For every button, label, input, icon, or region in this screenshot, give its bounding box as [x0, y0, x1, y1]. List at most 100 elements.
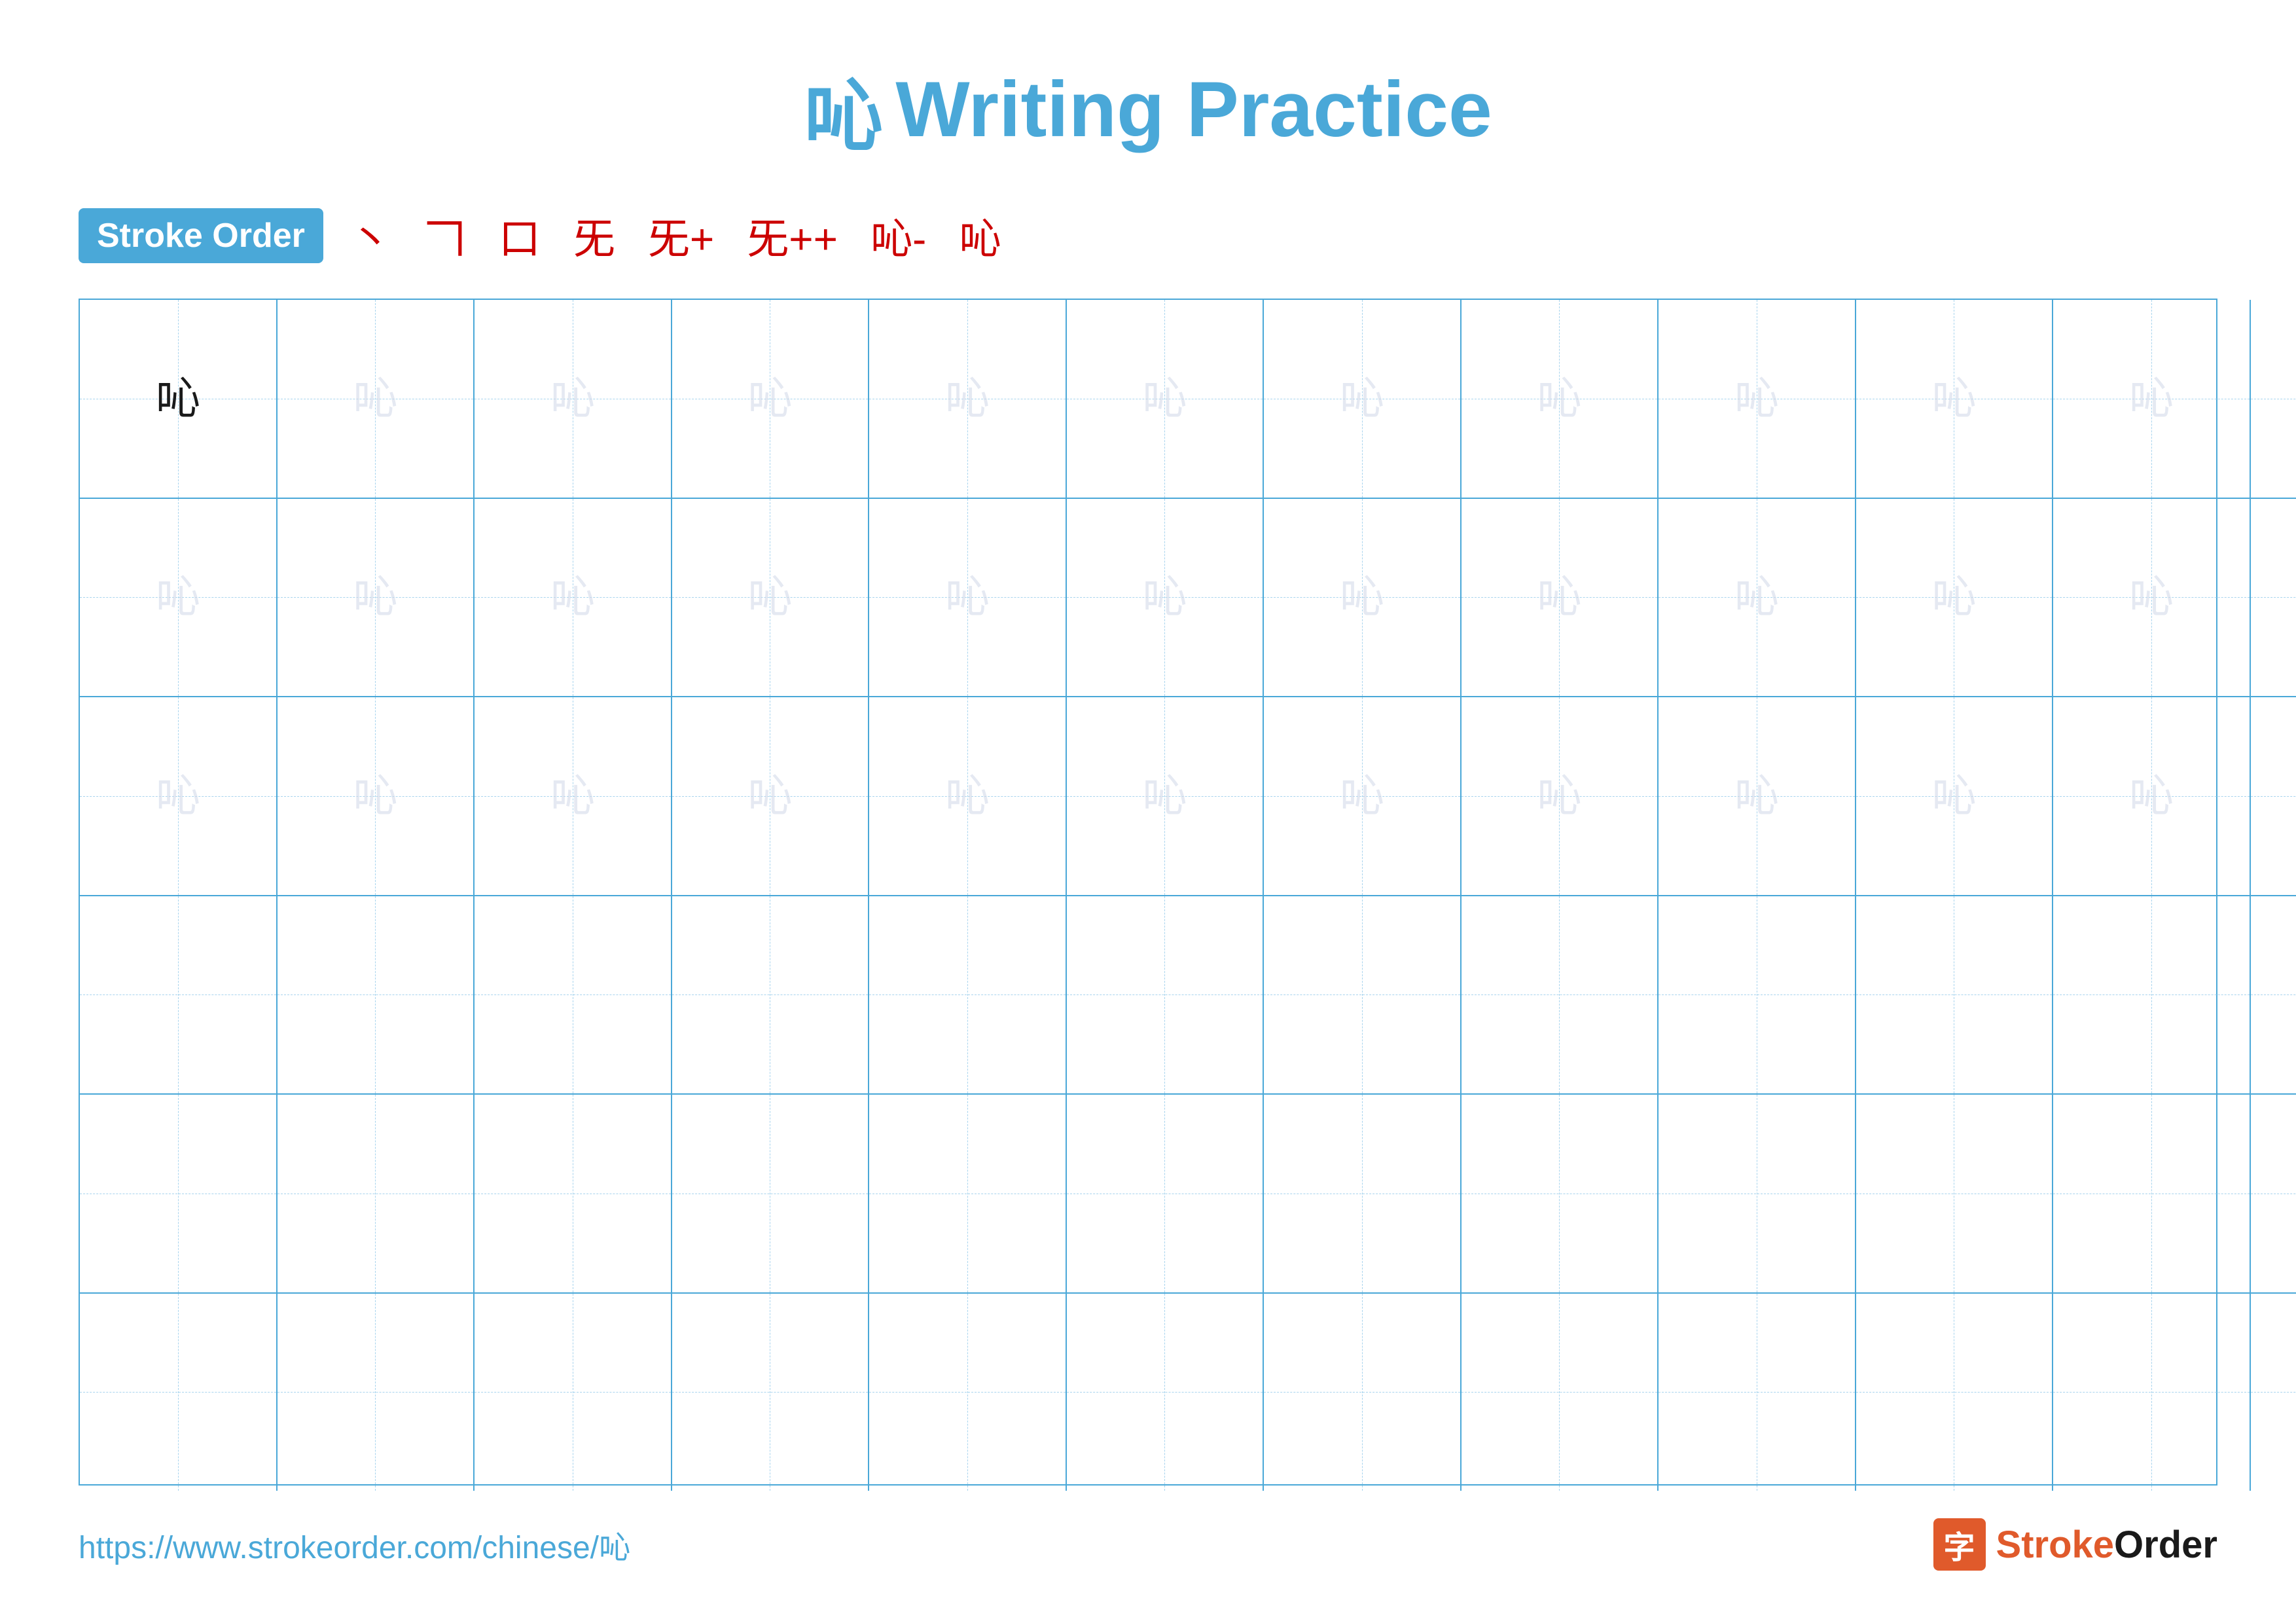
grid-cell [672, 1095, 870, 1292]
grid-row [80, 1294, 2296, 1491]
stroke-step-1: 丶 [350, 206, 391, 266]
grid-cell: 吣 [1067, 697, 1265, 895]
cell-character: 吣 [945, 575, 990, 619]
cell-character: 吣 [353, 575, 397, 619]
cell-character: 吣 [1734, 774, 1779, 818]
grid-cell: 吣 [475, 499, 672, 697]
grid-cell [1659, 896, 1856, 1094]
grid-cell [278, 1095, 475, 1292]
grid-cell: 吣 [2053, 499, 2251, 697]
cell-character: 吣 [156, 575, 200, 619]
stroke-step-6: 旡++ [747, 206, 838, 266]
grid-cell [1067, 1294, 1265, 1491]
footer-url: https://www.strokeorder.com/chinese/吣 [79, 1522, 630, 1567]
grid-cell: 吣 [1856, 499, 2054, 697]
practice-grid: 吣吣吣吣吣吣吣吣吣吣吣吣吣吣吣吣吣吣吣吣吣吣吣吣吣吣吣吣吣吣吣吣吣吣吣吣吣吣吣 [79, 299, 2217, 1486]
grid-cell: 吣 [1264, 499, 1462, 697]
title-text: Writing Practice [895, 64, 1492, 155]
cell-character: 吣 [1931, 774, 1976, 818]
grid-cell [1067, 896, 1265, 1094]
stroke-step-3: 口 [499, 206, 541, 266]
title-row: 吣 Writing Practice [79, 52, 2217, 166]
cell-character: 吣 [156, 774, 200, 818]
stroke-order-row: Stroke Order 丶 𠃍 口 旡 旡+ 旡++ 吣- 吣 [79, 206, 2217, 266]
cell-character: 吣 [2129, 575, 2174, 619]
cell-character: 吣 [2129, 376, 2174, 421]
cell-character: 吣 [550, 575, 595, 619]
grid-row [80, 896, 2296, 1095]
grid-cell [2053, 896, 2251, 1094]
cell-character: 吣 [747, 575, 792, 619]
grid-cell [869, 1095, 1067, 1292]
grid-cell [1659, 1294, 1856, 1491]
grid-cell: 吣 [2053, 697, 2251, 895]
cell-character: 吣 [2129, 774, 2174, 818]
cell-character: 吣 [1537, 774, 1581, 818]
grid-cell: 吣 [2251, 300, 2296, 498]
grid-cell: 吣 [672, 300, 870, 498]
grid-cell [1659, 1095, 1856, 1292]
grid-cell: 吣 [869, 300, 1067, 498]
stroke-step-7: 吣- [870, 206, 926, 266]
grid-cell: 吣 [869, 697, 1067, 895]
grid-cell: 吣 [1264, 300, 1462, 498]
grid-cell [672, 896, 870, 1094]
grid-cell: 吣 [1856, 300, 2054, 498]
grid-cell [1264, 1095, 1462, 1292]
logo-text: StrokeOrder [1996, 1523, 2217, 1567]
grid-cell [1856, 1095, 2054, 1292]
grid-cell [1462, 896, 1659, 1094]
grid-cell: 吣 [278, 697, 475, 895]
cell-character: 吣 [1142, 774, 1187, 818]
footer: https://www.strokeorder.com/chinese/吣 字 … [79, 1518, 2217, 1571]
cell-character: 吣 [156, 376, 200, 421]
grid-cell: 吣 [2251, 499, 2296, 697]
grid-cell: 吣 [1659, 697, 1856, 895]
grid-cell [475, 1294, 672, 1491]
grid-cell: 吣 [80, 300, 278, 498]
grid-cell [80, 1294, 278, 1491]
grid-cell: 吣 [1856, 697, 2054, 895]
grid-cell [1462, 1294, 1659, 1491]
grid-cell: 吣 [475, 697, 672, 895]
grid-cell: 吣 [1264, 697, 1462, 895]
cell-character: 吣 [353, 376, 397, 421]
cell-character: 吣 [1931, 376, 1976, 421]
cell-character: 吣 [1340, 575, 1384, 619]
logo-icon: 字 [1933, 1518, 1986, 1571]
grid-cell [2053, 1294, 2251, 1491]
cell-character: 吣 [945, 774, 990, 818]
grid-cell: 吣 [672, 499, 870, 697]
grid-cell [1856, 896, 2054, 1094]
grid-cell: 吣 [278, 300, 475, 498]
grid-cell: 吣 [475, 300, 672, 498]
grid-cell [2251, 896, 2296, 1094]
cell-character: 吣 [550, 376, 595, 421]
cell-character: 吣 [1734, 376, 1779, 421]
grid-cell [475, 1095, 672, 1292]
grid-cell [2053, 1095, 2251, 1292]
cell-character: 吣 [945, 376, 990, 421]
grid-cell [80, 1095, 278, 1292]
stroke-step-4: 旡 [573, 206, 615, 266]
grid-cell [1264, 1294, 1462, 1491]
grid-row [80, 1095, 2296, 1294]
cell-character: 吣 [353, 774, 397, 818]
cell-character: 吣 [1537, 376, 1581, 421]
cell-character: 吣 [1142, 575, 1187, 619]
grid-cell [869, 1294, 1067, 1491]
grid-cell [278, 896, 475, 1094]
cell-character: 吣 [1734, 575, 1779, 619]
grid-cell [1067, 1095, 1265, 1292]
grid-cell: 吣 [80, 697, 278, 895]
title-chinese: 吣 [804, 52, 882, 166]
grid-cell [80, 896, 278, 1094]
grid-cell [475, 896, 672, 1094]
stroke-step-2: 𠃍 [424, 206, 466, 266]
grid-cell [1264, 896, 1462, 1094]
grid-cell [1856, 1294, 2054, 1491]
grid-cell: 吣 [1067, 499, 1265, 697]
grid-cell [2251, 1095, 2296, 1292]
stroke-step-5: 旡+ [648, 206, 714, 266]
grid-cell: 吣 [80, 499, 278, 697]
